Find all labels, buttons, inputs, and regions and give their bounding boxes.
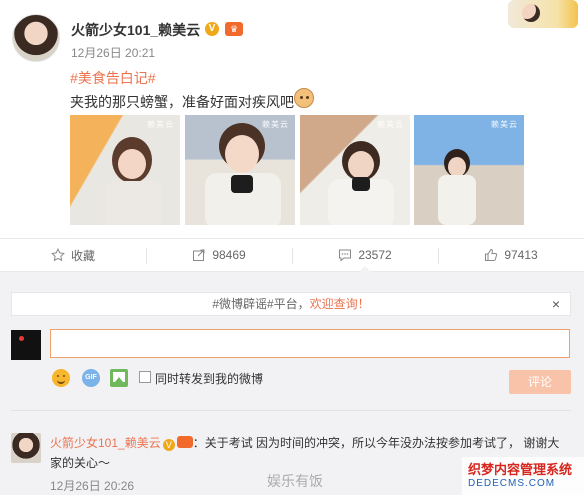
- photo-subject-face: [118, 149, 146, 179]
- star-icon: [51, 248, 65, 262]
- thumb-up-icon: [485, 248, 498, 261]
- like-count: 97413: [504, 248, 538, 262]
- photo-subject-face: [348, 151, 374, 179]
- repost-checkbox-label[interactable]: 同时转发到我的微博: [155, 370, 263, 387]
- repost-checkbox[interactable]: [139, 371, 151, 383]
- photo-subject-face: [448, 157, 466, 177]
- image-upload-icon[interactable]: [110, 369, 128, 387]
- like-button[interactable]: 97413: [438, 239, 584, 271]
- post-hashtag[interactable]: #美食告白记#: [70, 68, 156, 88]
- post-text: 夹我的那只螃蟹，准备好面对疾风吧: [70, 94, 294, 110]
- rumor-notice: #微博辟谣#平台，欢迎查询！ ×: [11, 292, 571, 316]
- verified-badge-icon: V: [162, 439, 175, 451]
- photo-watermark: 赖美云: [377, 120, 404, 129]
- notice-link[interactable]: 欢迎查询！: [310, 297, 370, 311]
- photo-watermark: 赖美云: [491, 120, 518, 129]
- author-name[interactable]: 火箭少女101_赖美云: [71, 20, 200, 40]
- comment-author[interactable]: 火箭少女101_赖美云: [50, 436, 161, 450]
- action-bar: 收藏 98469 23572 97413: [0, 238, 584, 272]
- watermark-text: 娱乐有饭: [267, 473, 323, 489]
- favorite-label: 收藏: [70, 248, 95, 263]
- share-icon: [193, 249, 205, 261]
- comment-time: 12月26日 20:26: [50, 479, 135, 493]
- photo-subject-scarf: [352, 177, 370, 191]
- favorite-button[interactable]: 收藏: [0, 239, 146, 271]
- comment-button[interactable]: 23572: [292, 239, 438, 272]
- vip-badge-icon: [176, 436, 193, 448]
- photo-watermark: 赖美云: [147, 120, 174, 129]
- gif-icon[interactable]: GIF: [82, 369, 100, 387]
- repost-count: 98469: [212, 248, 246, 262]
- photo-subject-scarf: [231, 175, 253, 193]
- vip-badge-icon: ♛: [225, 22, 243, 36]
- photo-watermark: 赖美云: [262, 120, 289, 129]
- post-photo-1[interactable]: 赖美云: [70, 115, 180, 225]
- logo-line-1: 织梦内容管理系统: [468, 462, 573, 477]
- comment-count: 23572: [358, 248, 392, 262]
- divider: [11, 410, 571, 411]
- post-photo-4[interactable]: 赖美云: [414, 115, 524, 225]
- close-icon[interactable]: ×: [552, 293, 560, 315]
- post-time[interactable]: 12月26日 20:21: [71, 44, 155, 61]
- verified-badge-icon: V: [205, 22, 219, 36]
- cat-emoji-icon: [294, 88, 314, 108]
- emoji-icon[interactable]: [52, 369, 70, 387]
- comment-icon: [339, 249, 352, 262]
- notice-text: #微博辟谣#平台，: [212, 297, 310, 311]
- current-user-avatar[interactable]: [11, 330, 41, 360]
- user-avatar-corner[interactable]: [508, 0, 578, 28]
- site-logo-watermark: 织梦内容管理系统 DEDECMS.COM: [462, 457, 584, 495]
- photo-subject-body: [438, 175, 476, 225]
- photo-subject-face: [225, 135, 259, 173]
- comment-input[interactable]: [50, 329, 570, 358]
- avatar-face-icon: [522, 4, 540, 22]
- photo-subject-body: [106, 181, 162, 225]
- comment-avatar[interactable]: [11, 433, 41, 463]
- logo-line-2: DEDECMS.COM: [468, 478, 556, 489]
- author-avatar[interactable]: [12, 14, 60, 62]
- submit-comment-button[interactable]: 评论: [509, 370, 571, 394]
- repost-button[interactable]: 98469: [146, 239, 292, 271]
- post-photo-2[interactable]: 赖美云: [185, 115, 295, 225]
- post-photo-3[interactable]: 赖美云: [300, 115, 410, 225]
